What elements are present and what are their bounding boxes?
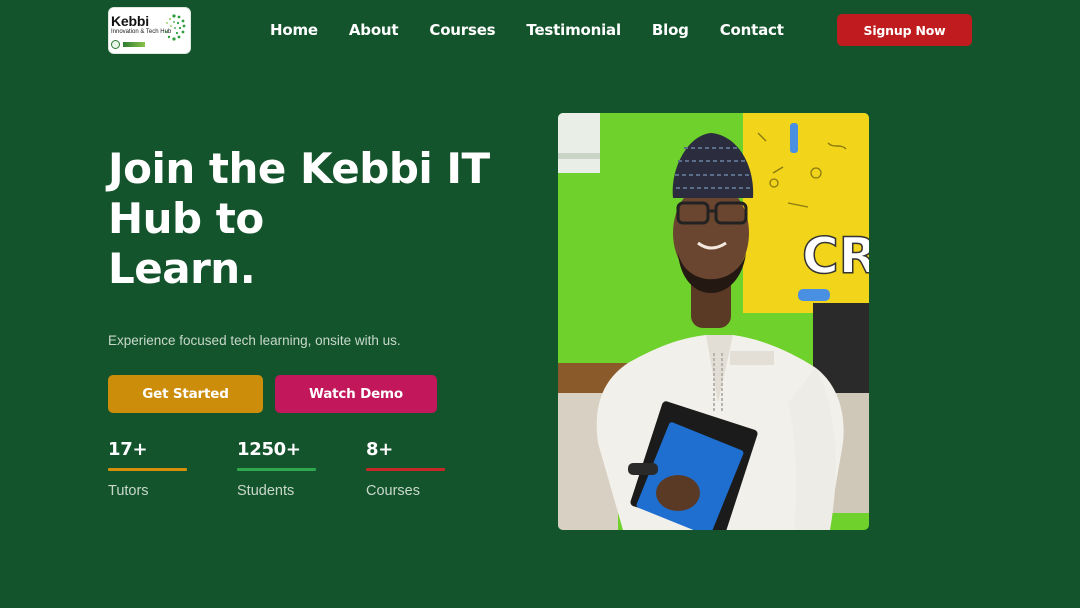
nav-home[interactable]: Home (270, 19, 318, 41)
get-started-button[interactable]: Get Started (108, 375, 263, 413)
seal-icon (111, 40, 120, 49)
nav-about[interactable]: About (349, 19, 399, 41)
stat-tutors: 17+ Tutors (108, 439, 188, 499)
partner-bar-icon (123, 42, 145, 47)
watch-demo-button[interactable]: Watch Demo (275, 375, 437, 413)
stat-value: 8+ (366, 439, 394, 460)
logo-partner-marks (111, 40, 145, 49)
svg-text:CR: CR (802, 227, 869, 285)
nav-blog[interactable]: Blog (652, 19, 689, 41)
hero-title-line-2: Hub to (108, 194, 264, 243)
stat-value: 1250+ (237, 439, 301, 460)
stat-label: Tutors (108, 483, 149, 499)
stat-courses: 8+ Courses (366, 439, 446, 499)
signup-button[interactable]: Signup Now (837, 14, 972, 46)
stat-label: Students (237, 483, 295, 499)
kebbi-logo-icon (165, 14, 186, 41)
logo-title: Kebbi (111, 13, 149, 29)
nav-courses[interactable]: Courses (429, 19, 495, 41)
main-nav: Home About Courses Testimonial Blog Cont… (270, 19, 815, 41)
stat-underline (108, 468, 187, 471)
nav-contact[interactable]: Contact (720, 19, 784, 41)
stat-students: 1250+ Students (237, 439, 317, 499)
nav-testimonial[interactable]: Testimonial (526, 19, 621, 41)
stat-underline (237, 468, 316, 471)
hero-subtitle: Experience focused tech learning, onsite… (108, 333, 401, 348)
hero-title-line-1: Join the Kebbi IT (108, 144, 490, 193)
stat-value: 17+ (108, 439, 148, 460)
site-logo[interactable]: Kebbi Innovation & Tech Hub (108, 7, 191, 54)
stat-label: Courses (366, 483, 420, 499)
hero-photo: CR (558, 113, 869, 530)
hero-title-line-3: Learn. (108, 244, 256, 293)
hero-title: Join the Kebbi IT Hub to Learn. (108, 144, 528, 294)
stat-underline (366, 468, 445, 471)
